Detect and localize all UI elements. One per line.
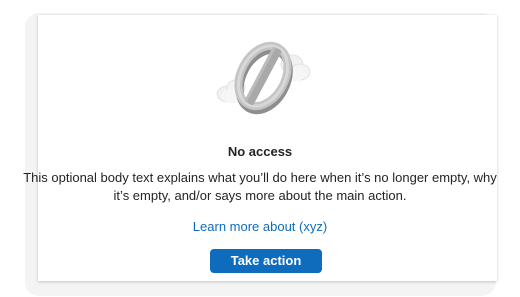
take-action-button[interactable]: Take action xyxy=(210,249,322,273)
prohibited-sign-icon xyxy=(234,41,293,115)
empty-state-title: No access xyxy=(227,144,293,159)
learn-more-link[interactable]: Learn more about (xyz) xyxy=(0,219,520,234)
empty-state-body: This optional body text explains what yo… xyxy=(23,170,497,203)
no-access-icon xyxy=(206,28,316,120)
